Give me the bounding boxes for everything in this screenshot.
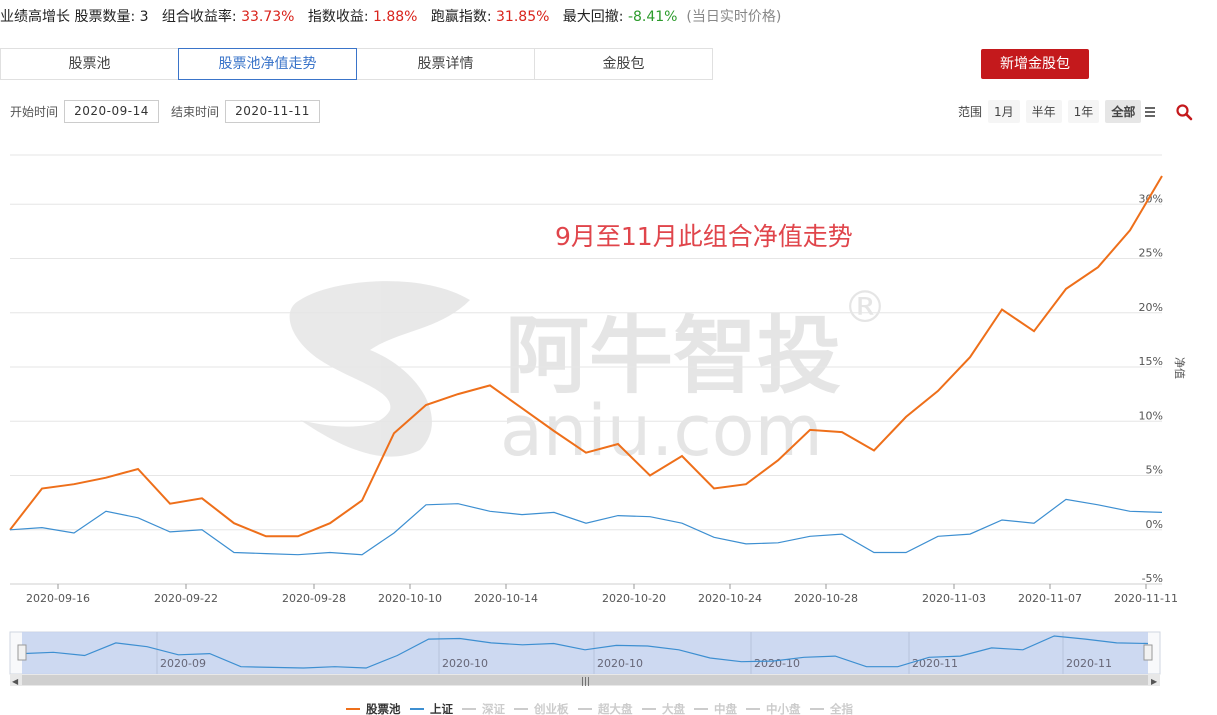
- x-tick-label: 2020-10-14: [474, 592, 538, 605]
- legend-label: 中小盘: [766, 702, 801, 715]
- x-tick-label: 2020-10-24: [698, 592, 762, 605]
- return-value: 33.73%: [241, 9, 295, 25]
- stock-count-label: 股票数量:: [74, 9, 136, 25]
- scroll-right-icon[interactable]: ▶: [1151, 677, 1158, 686]
- chart-annotation: 9月至11月此组合净值走势: [555, 222, 853, 251]
- range-label: 范围: [958, 105, 983, 119]
- y-tick-label: -5%: [1142, 572, 1163, 585]
- y-tick-label: 30%: [1139, 192, 1163, 205]
- legend-item-创业板[interactable]: 创业板: [514, 702, 569, 715]
- beat-value: 31.85%: [496, 9, 550, 25]
- tab-stock-pool[interactable]: 股票池: [0, 48, 179, 80]
- y-tick-label: 25%: [1139, 247, 1163, 260]
- navigator-scrollbar[interactable]: [10, 674, 1160, 686]
- x-tick-label: 2020-09-16: [26, 592, 90, 605]
- legend-label: 创业板: [533, 702, 569, 715]
- tab-bar: 股票池 股票池净值走势 股票详情 金股包: [0, 48, 713, 80]
- legend-label: 全指: [829, 702, 853, 715]
- legend-label: 大盘: [662, 702, 685, 715]
- tab-gold-package[interactable]: 金股包: [534, 48, 713, 80]
- range-navigator[interactable]: 2020-09 2020-10 2020-10 2020-10 2020-11 2020-…: [9, 631, 1161, 687]
- legend-label: 上证: [430, 702, 453, 715]
- date-range-row: 开始时间 2020-09-14 结束时间 2020-11-11: [10, 100, 332, 123]
- legend-item-上证[interactable]: 上证: [410, 702, 453, 715]
- drawdown-label: 最大回撤:: [562, 9, 624, 25]
- beat-label: 跑赢指数:: [430, 9, 492, 25]
- legend-label: 超大盘: [597, 702, 633, 715]
- return-label: 组合收益率:: [161, 9, 237, 25]
- watermark-logo-icon: [289, 281, 470, 457]
- portfolio-summary: 业绩高增长 股票数量: 3 组合收益率: 33.73% 指数收益: 1.88% …: [0, 6, 781, 26]
- navigator-label: 2020-10: [754, 657, 800, 670]
- end-date-label: 结束时间: [171, 105, 220, 119]
- navigator-label: 2020-10: [442, 657, 488, 670]
- navigator-label: 2020-10: [597, 657, 643, 670]
- y-tick-label: 5%: [1146, 464, 1163, 477]
- x-tick-label: 2020-10-10: [378, 592, 442, 605]
- x-tick-label: 2020-11-11: [1114, 592, 1178, 605]
- series-line-股票池: [9, 175, 1163, 538]
- add-gold-package-button[interactable]: 新增金股包: [981, 49, 1089, 79]
- range-1y-button[interactable]: 1年: [1067, 100, 1100, 123]
- scrollbar-thumb[interactable]: [22, 675, 1148, 685]
- navigator-label: 2020-09: [160, 657, 206, 670]
- start-date-label: 开始时间: [10, 105, 59, 119]
- y-tick-label: 0%: [1146, 518, 1163, 531]
- legend-item-全指[interactable]: 全指: [810, 702, 853, 715]
- range-selector: 范围 1月 半年 1年 全部: [958, 100, 1156, 123]
- watermark-cn: 阿牛智投: [505, 307, 841, 405]
- x-tick-label: 2020-11-07: [1018, 592, 1082, 605]
- search-icon[interactable]: [1175, 103, 1193, 121]
- drawdown-value: -8.41%: [627, 9, 678, 25]
- price-note: (当日实时价格): [686, 9, 782, 25]
- end-date-input[interactable]: 2020-11-11: [225, 100, 321, 123]
- legend-item-深证[interactable]: 深证: [462, 702, 505, 715]
- range-half-year-button[interactable]: 半年: [1025, 100, 1062, 123]
- x-tick-label: 2020-10-28: [794, 592, 858, 605]
- range-1m-button[interactable]: 1月: [988, 100, 1020, 123]
- index-value: 1.88%: [373, 9, 418, 25]
- legend-label: 深证: [482, 702, 505, 715]
- start-date-input[interactable]: 2020-09-14: [64, 100, 160, 123]
- series-line-上证: [9, 498, 1163, 556]
- watermark-mark: ®: [843, 282, 887, 333]
- scroll-left-icon[interactable]: ◀: [12, 677, 19, 686]
- y-axis-label: 净值: [1173, 357, 1187, 379]
- y-tick-label: 20%: [1139, 301, 1163, 314]
- navigator-left-handle[interactable]: [17, 644, 27, 661]
- watermark-en: aniu.com: [500, 390, 823, 472]
- portfolio-name: 业绩高增长: [0, 9, 70, 25]
- x-tick-label: 2020-09-22: [154, 592, 218, 605]
- legend-item-中盘[interactable]: 中盘: [694, 702, 737, 715]
- y-tick-label: 10%: [1139, 409, 1163, 422]
- navigator-label: 2020-11: [912, 657, 958, 670]
- legend-label: 股票池: [366, 702, 401, 715]
- stock-count-value: 3: [139, 9, 149, 25]
- x-tick-label: 2020-10-20: [602, 592, 666, 605]
- legend-item-中小盘[interactable]: 中小盘: [746, 702, 801, 715]
- range-all-button[interactable]: 全部: [1105, 100, 1142, 123]
- legend-item-超大盘[interactable]: 超大盘: [578, 702, 633, 715]
- tab-stock-details[interactable]: 股票详情: [356, 48, 535, 80]
- x-tick-label: 2020-11-03: [922, 592, 986, 605]
- y-tick-label: 15%: [1139, 355, 1163, 368]
- menu-icon[interactable]: [1145, 105, 1156, 119]
- legend-item-大盘[interactable]: 大盘: [642, 702, 685, 715]
- legend-item-股票池[interactable]: 股票池: [346, 702, 401, 715]
- index-label: 指数收益:: [307, 9, 369, 25]
- x-tick-label: 2020-09-28: [282, 592, 346, 605]
- scrollbar-grip-icon: |||: [581, 677, 590, 687]
- legend-label: 中盘: [714, 702, 737, 715]
- watermark: 阿牛智投 aniu.com ®: [289, 281, 887, 472]
- navigator-right-handle[interactable]: [1143, 644, 1153, 661]
- tab-net-value-trend[interactable]: 股票池净值走势: [178, 48, 357, 80]
- navigator-label: 2020-11: [1066, 657, 1112, 670]
